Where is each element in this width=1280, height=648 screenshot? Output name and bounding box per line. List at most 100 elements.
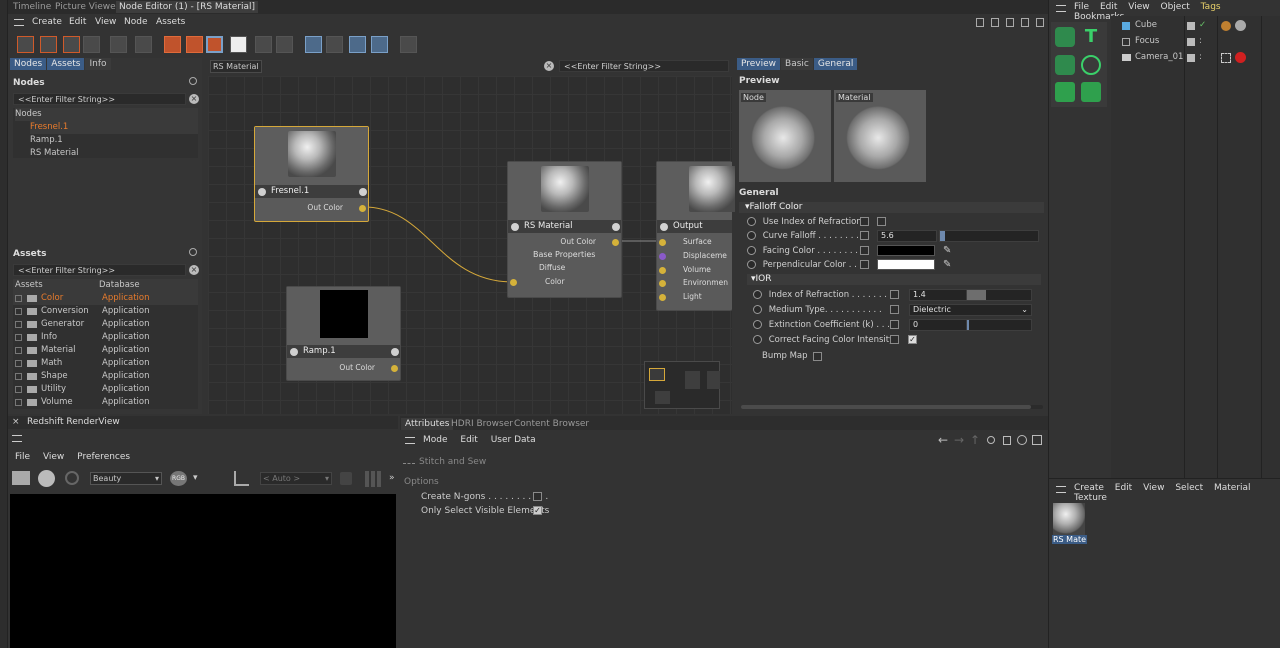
layout-icon-1[interactable] — [976, 18, 984, 27]
up-arrow-icon[interactable]: ↑ — [970, 433, 980, 447]
animate-checkbox[interactable] — [890, 335, 899, 344]
rs-material-out-port[interactable] — [612, 239, 619, 246]
tab-info[interactable]: Info — [85, 58, 111, 70]
asset-row[interactable]: Utility Application — [13, 383, 198, 396]
ior-slider[interactable] — [966, 289, 1032, 301]
expand-icon[interactable] — [15, 360, 22, 367]
tab-node-editor[interactable]: Node Editor (1) - [RS Material] — [116, 1, 258, 13]
expand-icon[interactable] — [15, 347, 22, 354]
visibility-icon[interactable] — [1187, 38, 1195, 46]
check-icon[interactable]: ✓ — [1199, 19, 1206, 32]
expand-icon[interactable] — [15, 321, 22, 328]
menu-select[interactable]: Select — [1175, 483, 1203, 493]
layout-row-icon[interactable] — [164, 36, 181, 53]
fresnel-out-port[interactable] — [359, 205, 366, 212]
dots-icon[interactable]: : — [1199, 51, 1202, 64]
menu-node[interactable]: Node — [124, 14, 148, 31]
menu-view[interactable]: View — [43, 452, 64, 462]
volume-port[interactable] — [659, 267, 666, 274]
menu-view[interactable]: View — [95, 14, 116, 31]
menu-edit[interactable]: Edit — [1100, 2, 1117, 12]
list-item[interactable]: Ramp.1 — [30, 134, 63, 147]
animate-checkbox[interactable] — [860, 231, 869, 240]
assets-filter-input[interactable]: <<Enter Filter String>> — [13, 264, 186, 276]
falloff-color-group[interactable]: ▾Falloff Color — [739, 202, 1044, 213]
arrange-icon[interactable] — [400, 36, 417, 53]
menu-icon[interactable] — [1056, 486, 1066, 493]
curve-falloff-slider[interactable] — [939, 230, 1039, 242]
material-thumbnail[interactable] — [1053, 503, 1085, 535]
create-ngons-checkbox[interactable] — [533, 492, 542, 501]
animate-checkbox[interactable] — [890, 290, 899, 299]
surface-port[interactable] — [659, 239, 666, 246]
maximize-icon[interactable] — [1036, 18, 1044, 27]
menu-object[interactable]: Object — [1160, 2, 1189, 12]
animate-checkbox[interactable] — [860, 260, 869, 269]
menu-icon[interactable] — [12, 435, 22, 442]
asset-row[interactable]: Volume Application — [13, 396, 198, 409]
material-name[interactable]: RS Mate — [1052, 535, 1088, 544]
menu-icon[interactable] — [1056, 5, 1066, 12]
ramp-node[interactable]: Ramp.1 Out Color — [286, 286, 401, 381]
correct-facing-checkbox[interactable]: ✓ — [908, 335, 917, 344]
group-icon[interactable] — [63, 36, 80, 53]
list-item[interactable]: Fresnel.1 — [30, 121, 198, 134]
only-visible-checkbox[interactable]: ✓ — [533, 506, 542, 515]
output-node[interactable]: Output Surface Displaceme Volume Environ… — [656, 161, 737, 311]
material-icon[interactable] — [305, 36, 322, 53]
link-icon[interactable] — [326, 36, 343, 53]
radio-icon[interactable] — [747, 260, 756, 269]
crop-icon[interactable] — [234, 471, 249, 486]
forward-arrow-icon[interactable]: → — [954, 433, 964, 447]
lock-icon[interactable] — [1006, 18, 1014, 27]
horizontal-scrollbar[interactable] — [741, 405, 1043, 409]
menu-user-data[interactable]: User Data — [491, 435, 536, 445]
tab-assets[interactable]: Assets — [47, 58, 85, 70]
animate-checkbox[interactable] — [860, 217, 869, 226]
nodes-filter-input[interactable]: <<Enter Filter String>> — [13, 93, 186, 105]
ramp-out-port[interactable] — [391, 365, 398, 372]
paste-icon[interactable] — [135, 36, 152, 53]
clapper-icon[interactable] — [12, 471, 30, 485]
tab-basic[interactable]: Basic — [781, 58, 813, 70]
spline-tool-icon[interactable] — [1081, 55, 1101, 75]
asset-row[interactable]: Generator Application — [13, 318, 198, 331]
close-icon[interactable]: × — [12, 416, 20, 429]
expand-icon[interactable] — [15, 334, 22, 341]
layout-grid-icon[interactable] — [206, 36, 223, 53]
tab-preview[interactable]: Preview — [737, 58, 781, 70]
material-tag-icon[interactable] — [1235, 20, 1246, 31]
diffuse-group[interactable]: Diffuse — [539, 263, 565, 273]
more-icon[interactable]: » — [389, 473, 395, 483]
search-icon[interactable] — [189, 77, 197, 85]
color-input-port[interactable] — [510, 279, 517, 286]
asset-row[interactable]: Color Application — [13, 292, 198, 305]
tab-general[interactable]: General — [813, 58, 858, 70]
menu-material[interactable]: Material — [1214, 483, 1251, 493]
displacement-port[interactable] — [659, 253, 666, 260]
environment-port[interactable] — [659, 280, 666, 287]
remove-node-icon[interactable] — [40, 36, 57, 53]
menu-view[interactable]: View — [1128, 2, 1149, 12]
radio-icon[interactable] — [753, 305, 762, 314]
perpendicular-color-swatch[interactable] — [877, 259, 935, 270]
menu-preferences[interactable]: Preferences — [77, 452, 130, 462]
tab-attributes[interactable]: Attributes — [401, 418, 454, 430]
play-icon[interactable] — [230, 36, 247, 53]
expand-icon[interactable] — [15, 295, 22, 302]
use-ior-checkbox[interactable] — [877, 217, 886, 226]
bump-map-checkbox[interactable] — [813, 352, 822, 361]
extinction-slider[interactable] — [966, 319, 1032, 331]
menu-icon[interactable] — [14, 19, 24, 26]
layout-col-icon[interactable] — [186, 36, 203, 53]
ior-input[interactable]: 1.4 — [909, 289, 967, 301]
search-icon[interactable] — [987, 436, 995, 444]
expand-icon[interactable] — [15, 308, 22, 315]
menu-texture[interactable]: Texture — [1074, 493, 1107, 503]
preview-icon[interactable] — [255, 36, 272, 53]
layout-icon-2[interactable] — [991, 18, 999, 27]
lock-icon[interactable] — [340, 472, 352, 485]
render-viewport[interactable] — [10, 494, 396, 648]
radio-icon[interactable] — [747, 231, 756, 240]
menu-create[interactable]: Create — [1074, 483, 1104, 493]
